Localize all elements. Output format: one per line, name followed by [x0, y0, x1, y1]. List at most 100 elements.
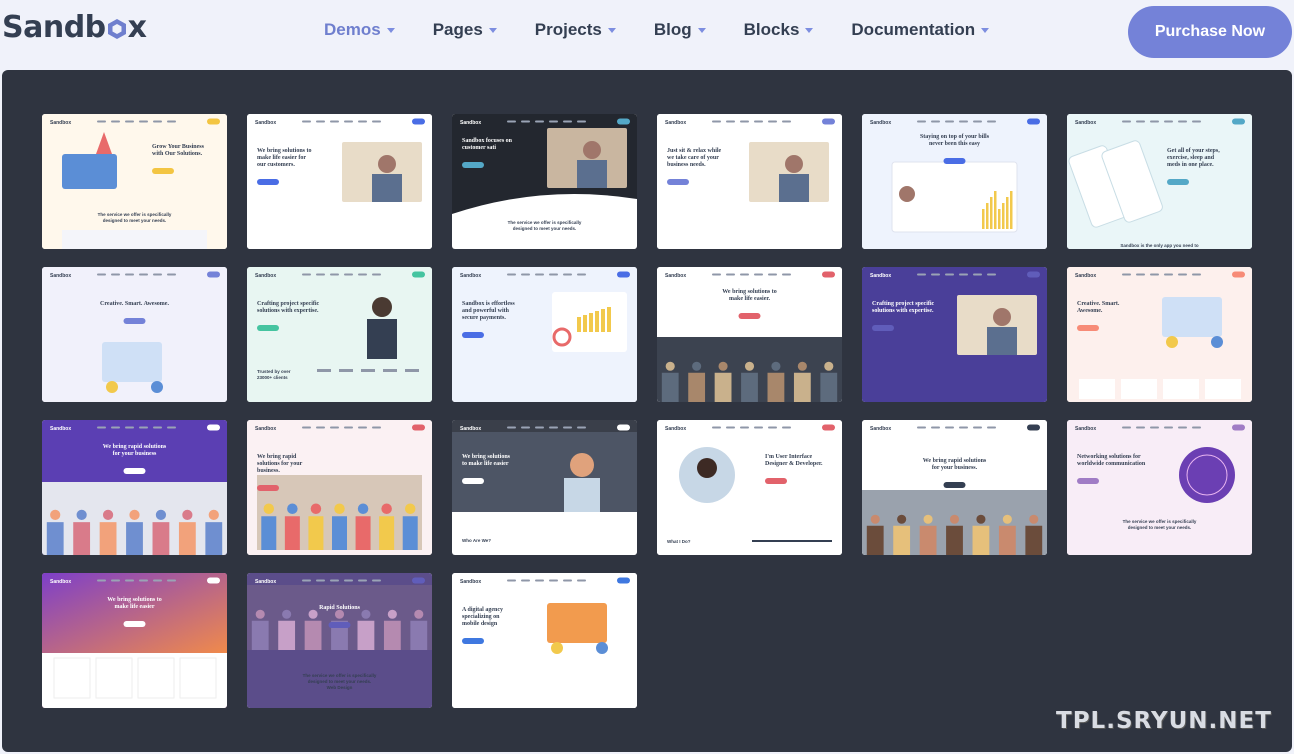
- nav-item-blocks[interactable]: Blocks: [744, 20, 814, 40]
- demo-headline: Crafting project specific: [257, 301, 320, 307]
- mini-nav-item: [577, 120, 586, 123]
- demo-thumbnail[interactable]: Sandbox We bring rapid solutions for your b…: [247, 420, 432, 555]
- purchase-now-button[interactable]: Purchase Now: [1128, 6, 1292, 58]
- mini-logo: Sandbox: [255, 120, 276, 126]
- demo-thumbnail[interactable]: Sandbox Staying on top of your bills never…: [862, 114, 1047, 249]
- person-shape: [287, 503, 298, 514]
- demo-thumbnail[interactable]: Sandbox We bring rapid solutions for your …: [862, 420, 1047, 555]
- demo-thumbnail[interactable]: Sandbox We bring solutions to make life ea…: [452, 420, 637, 555]
- mini-nav-item: [549, 579, 558, 582]
- person-shape: [919, 525, 937, 555]
- mini-nav-item: [1136, 426, 1145, 429]
- mini-nav-item: [372, 120, 381, 123]
- demo-thumbnail[interactable]: Sandbox Crafting project specific solution…: [862, 267, 1047, 402]
- sandbox-logo[interactable]: Sandb x: [2, 10, 147, 45]
- demo-cta-button: [872, 325, 894, 331]
- mini-cta-button: [617, 577, 630, 584]
- mini-nav-item: [945, 120, 954, 123]
- demo-cta-button: [462, 332, 484, 338]
- nav-item-blog[interactable]: Blog: [654, 20, 706, 40]
- person-shape: [357, 503, 369, 514]
- demo-subtext: designed to meet your needs.: [103, 218, 167, 223]
- mini-cta-button: [412, 271, 425, 278]
- person-shape: [718, 361, 728, 371]
- demo-headline: Crafting project specific: [872, 301, 935, 307]
- mini-nav-item: [167, 120, 176, 123]
- mini-logo: Sandbox: [870, 426, 891, 432]
- demo-thumbnail[interactable]: Sandbox Crafting project specific solution…: [247, 267, 432, 402]
- demo-cta-button: [462, 162, 484, 168]
- mini-cta-button: [207, 271, 220, 278]
- demo-headline: never been this easy: [929, 141, 980, 147]
- demo-preview: Sandbox Crafting project specificsolution…: [862, 267, 1047, 402]
- mini-nav-item: [139, 426, 148, 429]
- person-shape: [387, 609, 397, 619]
- demo-cta-button: [123, 318, 146, 324]
- demo-thumbnail[interactable]: Sandbox Sandbox is effortless and powerful…: [452, 267, 637, 402]
- mini-nav-item: [111, 426, 120, 429]
- demo-cta-button: [667, 179, 689, 185]
- mini-nav-item: [987, 273, 996, 276]
- demo-headline: We bring solutions to: [107, 597, 162, 603]
- demo-headline: to make life easier: [462, 461, 509, 467]
- mini-logo: Sandbox: [870, 120, 891, 126]
- mini-cta-button: [1232, 118, 1245, 125]
- mini-nav-item: [959, 273, 968, 276]
- demo-subtext: Who Are We?: [462, 538, 491, 543]
- caret-down-icon: [488, 27, 497, 33]
- mini-nav-item: [973, 426, 982, 429]
- demo-thumbnail[interactable]: Sandbox We bring rapid solutions for your …: [42, 420, 227, 555]
- nav-item-pages[interactable]: Pages: [433, 20, 497, 40]
- nav-item-documentation[interactable]: Documentation: [851, 20, 990, 40]
- person-shape: [779, 174, 809, 202]
- top-navbar: Sandb x Demos Pages Projects Blog Blocks…: [0, 0, 1294, 64]
- demo-thumbnail[interactable]: Sandbox Rapid Solutions The service we off…: [247, 573, 432, 708]
- demo-thumbnail[interactable]: Sandbox We bring solutions to make life ea…: [247, 114, 432, 249]
- nav-item-demos[interactable]: Demos: [324, 20, 395, 40]
- person-shape: [381, 503, 392, 514]
- demo-thumbnail[interactable]: Sandbox I'm User Interface Designer & Deve…: [657, 420, 842, 555]
- mini-nav-item: [111, 120, 120, 123]
- demo-cta-button: [123, 468, 146, 474]
- demo-headline: We bring rapid: [257, 454, 297, 460]
- illustration: [102, 342, 162, 382]
- person-shape: [383, 620, 401, 650]
- mini-nav-item: [1150, 273, 1159, 276]
- demo-thumbnail[interactable]: Sandbox Sandbox focuses on customer sati Th…: [452, 114, 637, 249]
- logo-text-part1: Sandb: [2, 10, 106, 45]
- demo-thumbnail[interactable]: Sandbox Creative. Smart. Awesome.: [1067, 267, 1252, 402]
- demo-cta-button: [462, 638, 484, 644]
- demo-subtext: What I Do?: [667, 539, 691, 544]
- demo-cta-button: [328, 622, 351, 628]
- mini-nav-item: [577, 579, 586, 582]
- demo-thumbnail[interactable]: Sandbox Networking solutions for worldwide…: [1067, 420, 1252, 555]
- mini-nav-item: [1164, 273, 1173, 276]
- person-shape: [551, 642, 563, 654]
- mini-nav-item: [768, 426, 777, 429]
- person-shape: [282, 609, 292, 619]
- demo-preview: Sandbox Staying on top of your billsnever…: [862, 114, 1047, 249]
- person-shape: [367, 319, 397, 359]
- demo-headline: We bring rapid solutions: [103, 444, 167, 450]
- demo-thumbnail[interactable]: Sandbox We bring solutions to make life ea…: [657, 267, 842, 402]
- demo-thumbnail[interactable]: Sandbox A digital agency specializing on mo…: [452, 573, 637, 708]
- demo-preview: Sandbox Rapid Solutions The service we off…: [247, 573, 432, 708]
- mini-nav-item: [97, 426, 106, 429]
- demos-panel: Sandbox Grow Your Business with Our Soluti…: [2, 70, 1292, 752]
- demo-cta-button: [152, 168, 174, 174]
- nav-item-projects[interactable]: Projects: [535, 20, 616, 40]
- demo-thumbnail[interactable]: Sandbox Get all of your steps, exercise, s…: [1067, 114, 1252, 249]
- mini-cta-button: [617, 424, 630, 431]
- mini-nav-item: [125, 579, 134, 582]
- client-logo: [361, 369, 375, 372]
- demo-thumbnail[interactable]: Sandbox We bring solutions to make life ea…: [42, 573, 227, 708]
- person-shape: [596, 642, 608, 654]
- person-shape: [824, 361, 834, 371]
- mini-logo: Sandbox: [460, 120, 481, 126]
- demo-thumbnail[interactable]: Sandbox Creative. Smart. Awesome.: [42, 267, 227, 402]
- person-shape: [697, 458, 717, 478]
- demo-thumbnail[interactable]: Sandbox Grow Your Business with Our Soluti…: [42, 114, 227, 249]
- mini-logo: Sandbox: [50, 120, 71, 126]
- demo-thumbnail[interactable]: Sandbox Just sit & relax while we take car…: [657, 114, 842, 249]
- demo-headline: for your business: [113, 451, 157, 457]
